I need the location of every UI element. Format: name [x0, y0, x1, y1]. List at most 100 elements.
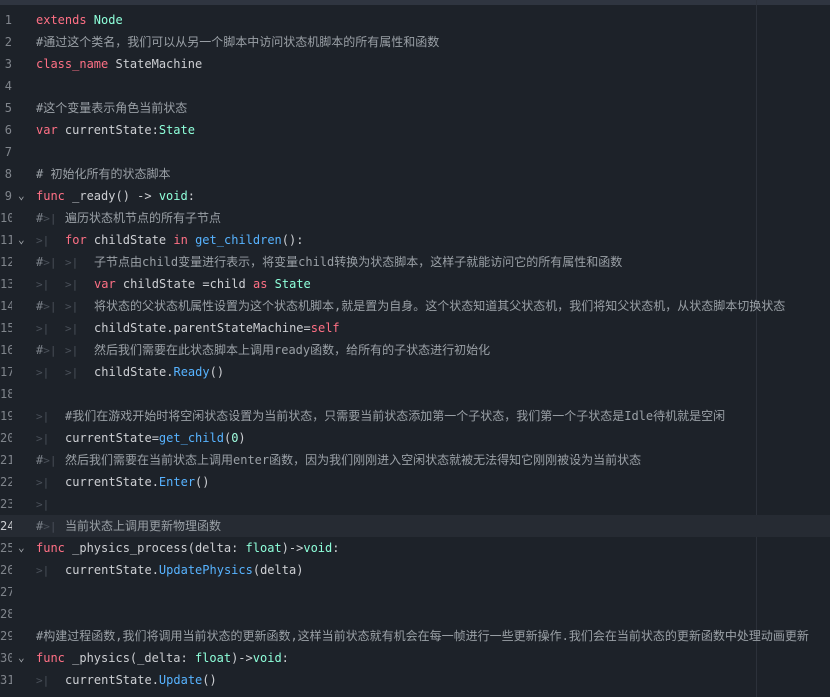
code-line[interactable]: 18	[0, 383, 830, 405]
code-token: currentState.	[65, 673, 159, 687]
code-line[interactable]: 10 #>| 遍历状态机节点的所有子节点	[0, 207, 830, 229]
line-number: 17	[0, 365, 12, 379]
code-token: childState	[86, 233, 174, 247]
line-number: 11	[0, 233, 12, 247]
code-token: ():	[281, 233, 304, 247]
code-line[interactable]: 26 >| currentState.UpdatePhysics(delta)	[0, 559, 830, 581]
line-number: 7	[4, 145, 12, 159]
line-number: 9	[4, 189, 12, 203]
code-token: :	[187, 189, 195, 203]
code-token: for	[65, 233, 87, 247]
line-number: 18	[0, 387, 12, 401]
tab-indent-icon: >|	[36, 674, 50, 687]
comment-marker: #>|	[36, 453, 57, 467]
code-token: #构建过程函数,我们将调用当前状态的更新函数,这样当前状态就有机会在每一帧进行一…	[36, 629, 809, 643]
code-token: 然后我们需要在当前状态上调用enter函数，因为我们刚刚进入空闲状态就被无法得知…	[65, 453, 642, 467]
code-token: )->	[231, 651, 253, 665]
code-text: #>| >| 子节点由child变量进行表示，将变量child转换为状态脚本，这样子…	[36, 251, 622, 274]
line-number: 1	[4, 13, 12, 27]
code-text: class_name StateMachine	[36, 53, 202, 75]
code-text: #>| 然后我们需要在当前状态上调用enter函数，因为我们刚刚进入空闲状态就被无…	[36, 449, 641, 472]
line-number: 13	[0, 277, 12, 291]
tab-indent-icon: >|	[43, 454, 57, 467]
code-line[interactable]: 11 ⌄ >| for childState in get_children():	[0, 229, 830, 251]
code-text: >| >| childState.parentStateMachine=self	[36, 317, 340, 340]
code-token: currentState:	[57, 123, 159, 137]
code-line[interactable]: 14 #>| >| 将状态的父状态机属性设置为这个状态机脚本,就是置为自身。这个状态知…	[0, 295, 830, 317]
line-number: 15	[0, 321, 12, 335]
line-number: 2	[4, 35, 12, 49]
tab-indent-icon: >|	[36, 498, 50, 511]
code-line[interactable]: 4	[0, 75, 830, 97]
code-text: #>| >| 将状态的父状态机属性设置为这个状态机脚本,就是置为自身。这个状态知道其…	[36, 295, 785, 318]
code-line[interactable]: 31 >| currentState.Update()	[0, 669, 830, 691]
code-token: currentState.	[65, 475, 159, 489]
code-token: State	[274, 277, 311, 291]
code-line[interactable]: 22 >| currentState.Enter()	[0, 471, 830, 493]
code-line[interactable]: 30 ⌄ func _physics(_delta: float)->void:	[0, 647, 830, 669]
code-line[interactable]: 9 ⌄ func _ready() -> void:	[0, 185, 830, 207]
tab-indent-icon: >|	[36, 234, 50, 247]
code-token: get_child	[158, 431, 224, 445]
tab-indent-icon: >|	[65, 300, 79, 313]
code-line[interactable]: 3 class_name StateMachine	[0, 53, 830, 75]
tab-indent-icon: >|	[65, 278, 79, 291]
code-line[interactable]: 27	[0, 581, 830, 603]
code-line[interactable]: 23 >|	[0, 493, 830, 515]
chevron-down-icon[interactable]: ⌄	[18, 537, 30, 559]
code-line[interactable]: 17 >| >| childState.Ready()	[0, 361, 830, 383]
code-token: class_name	[36, 57, 109, 71]
code-text: >|	[36, 493, 65, 516]
code-token: func	[36, 651, 65, 665]
code-token: (delta)	[252, 563, 304, 577]
code-line[interactable]: 21 #>| 然后我们需要在当前状态上调用enter函数，因为我们刚刚进入空闲状态就…	[0, 449, 830, 471]
code-token: Update	[158, 673, 203, 687]
code-line[interactable]: 7	[0, 141, 830, 163]
chevron-down-icon[interactable]: ⌄	[18, 229, 30, 251]
chevron-down-icon[interactable]: ⌄	[18, 185, 30, 207]
code-token: currentState=	[65, 431, 159, 445]
code-line[interactable]: 20 >| currentState=get_child(0)	[0, 427, 830, 449]
code-token: Node	[86, 13, 123, 27]
line-number: 8	[4, 167, 12, 181]
code-token: 将状态的父状态机属性设置为这个状态机脚本,就是置为自身。这个状态知道其父状态机，…	[94, 299, 786, 313]
code-text: extends Node	[36, 9, 123, 31]
code-line[interactable]: 13 >| >| var childState =child as State	[0, 273, 830, 295]
code-token: #这个变量表示角色当前状态	[36, 101, 188, 115]
code-line[interactable]: 19 >| #我们在游戏开始时将空闲状态设置为当前状态，只需要当前状态添加第一个子状…	[0, 405, 830, 427]
code-token: _physics_process(delta:	[64, 541, 246, 555]
line-number: 30	[0, 651, 12, 665]
code-token: func	[36, 541, 65, 555]
code-line[interactable]: 24 #>| 当前状态上调用更新物理函数	[0, 515, 830, 537]
code-text: >| for childState in get_children():	[36, 229, 303, 252]
code-line[interactable]: 15 >| >| childState.parentStateMachine=self	[0, 317, 830, 339]
code-line[interactable]: 2 #通过这个类名，我们可以从另一个脚本中访问状态机脚本的所有属性和函数	[0, 31, 830, 53]
line-number: 4	[4, 79, 12, 93]
code-text: #>| 遍历状态机节点的所有子节点	[36, 207, 221, 230]
code-line[interactable]: 12 #>| >| 子节点由child变量进行表示，将变量child转换为状态脚本，这…	[0, 251, 830, 273]
code-line[interactable]: 29 #构建过程函数,我们将调用当前状态的更新函数,这样当前状态就有机会在每一帧进…	[0, 625, 830, 647]
code-token: void	[158, 189, 188, 203]
code-text: #>| >| 然后我们需要在此状态脚本上调用ready函数，给所有的子状态进行初始化	[36, 339, 490, 362]
code-text: func _physics_process(delta: float)->voi…	[36, 537, 339, 559]
comment-marker: #>|	[36, 299, 57, 313]
line-number: 22	[0, 475, 12, 489]
line-number: 31	[0, 673, 12, 687]
chevron-down-icon[interactable]: ⌄	[18, 647, 30, 669]
code-line[interactable]: 25 ⌄ func _physics_process(delta: float)->…	[0, 537, 830, 559]
code-token: currentState.	[65, 563, 159, 577]
code-line[interactable]: 16 #>| >| 然后我们需要在此状态脚本上调用ready函数，给所有的子状态进行初…	[0, 339, 830, 361]
code-editor[interactable]: 1 extends Node 2 #通过这个类名，我们可以从另一个脚本中访问状态机脚本…	[0, 9, 830, 691]
code-text: #>| 当前状态上调用更新物理函数	[36, 515, 221, 538]
code-token: _physics(_delta:	[64, 651, 195, 665]
code-line[interactable]: 1 extends Node	[0, 9, 830, 31]
tab-indent-icon: >|	[36, 366, 50, 379]
code-line[interactable]: 6 var currentState:State	[0, 119, 830, 141]
code-line[interactable]: 8 # 初始化所有的状态脚本	[0, 163, 830, 185]
code-line[interactable]: 5 #这个变量表示角色当前状态	[0, 97, 830, 119]
comment-marker: #>|	[36, 343, 57, 357]
code-line[interactable]: 28	[0, 603, 830, 625]
code-token: var	[36, 123, 58, 137]
